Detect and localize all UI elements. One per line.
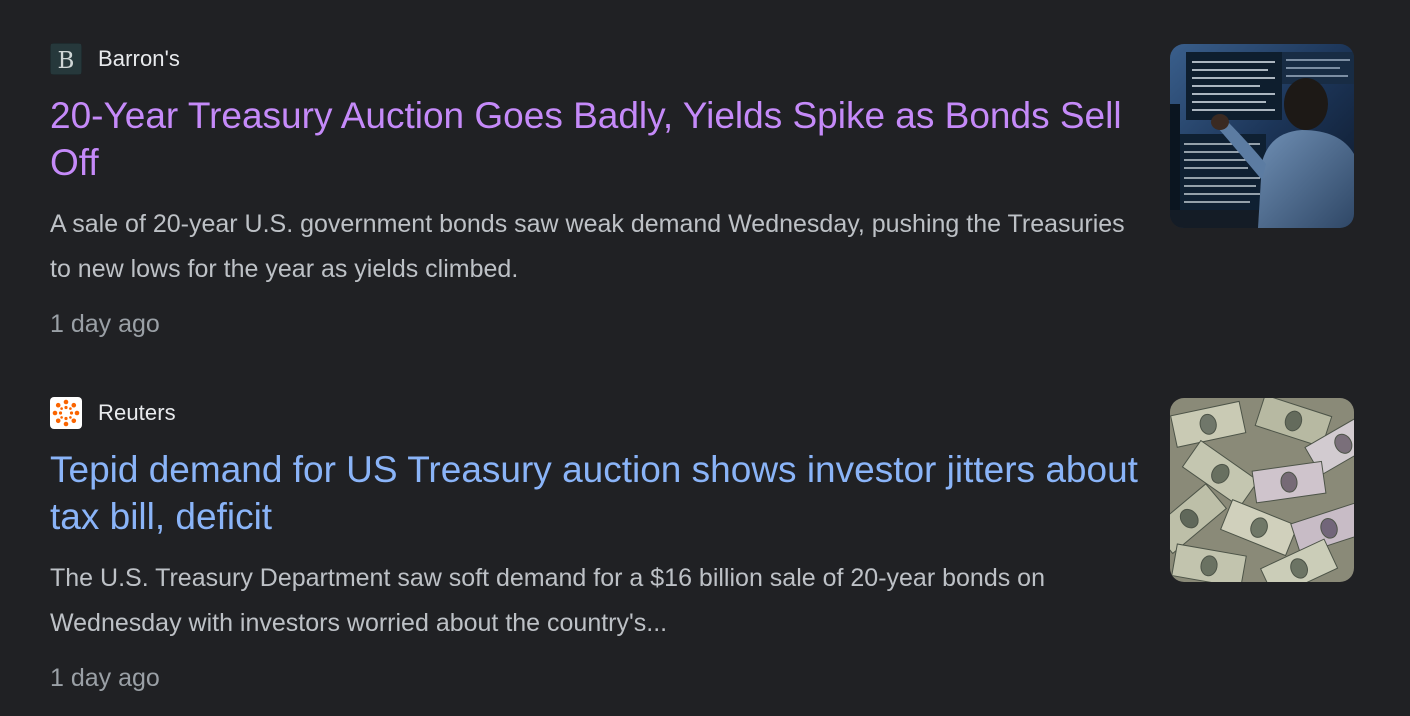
barrons-logo-icon: B — [50, 43, 82, 75]
source-name: Reuters — [98, 400, 176, 425]
article-thumbnail[interactable] — [1170, 398, 1354, 582]
article-thumbnail[interactable] — [1170, 44, 1354, 228]
news-results-feed: B Barron's 20-Year Treasury Auction Goes… — [0, 0, 1410, 716]
article-timestamp: 1 day ago — [50, 664, 160, 692]
favicon-letter: B — [58, 48, 75, 74]
article-source[interactable]: B Barron's — [50, 42, 180, 76]
source-name: Barron's — [98, 46, 181, 71]
article-timestamp: 1 day ago — [50, 310, 160, 338]
article-headline-link[interactable]: Tepid demand for US Treasury auction sho… — [50, 446, 1150, 540]
dollar-bills-photo — [1170, 398, 1354, 582]
trader-at-screens-photo — [1170, 44, 1354, 228]
reuters-logo-icon — [50, 397, 82, 429]
article-snippet: A sale of 20-year U.S. government bonds … — [50, 210, 1125, 283]
article-snippet: The U.S. Treasury Department saw soft de… — [50, 564, 1045, 637]
article-headline-link[interactable]: 20-Year Treasury Auction Goes Badly, Yie… — [50, 92, 1150, 186]
news-article: B Barron's 20-Year Treasury Auction Goes… — [50, 42, 1354, 362]
news-article: Reuters Tepid demand for US Treasury auc… — [50, 396, 1354, 716]
article-source[interactable]: Reuters — [50, 396, 176, 430]
